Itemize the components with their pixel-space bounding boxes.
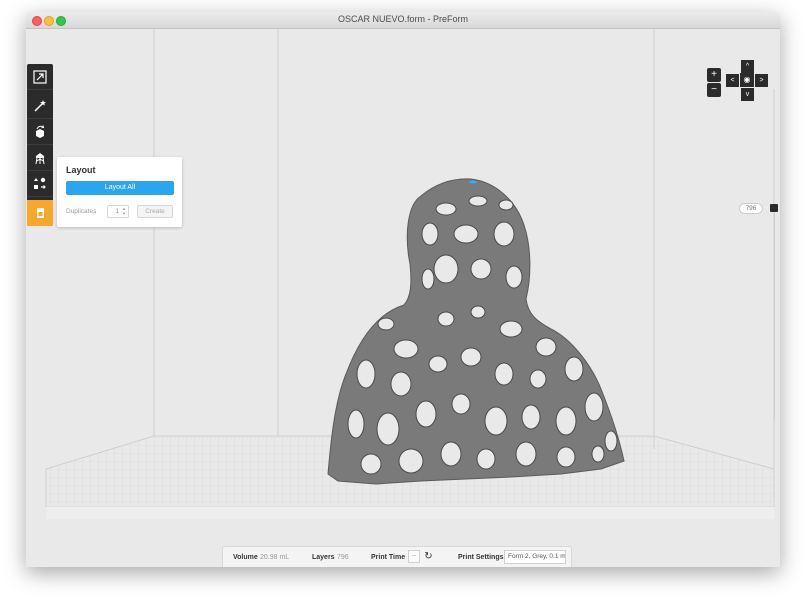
- print-time-value: --: [408, 550, 420, 563]
- supports-tool-button[interactable]: [27, 145, 53, 171]
- one-click-print-button[interactable]: [27, 93, 53, 119]
- panel-title: Layout: [66, 165, 96, 175]
- eye-view-icon[interactable]: ◉: [740, 73, 754, 87]
- layout-panel: Layout Layout All Duplicates 1 ▲ ▼ Create: [57, 157, 182, 227]
- status-bar: Volume 20.98 mL Layers 796 Print Time --…: [222, 546, 572, 567]
- rotate-right-button[interactable]: >: [755, 74, 768, 87]
- orientation-tool-button[interactable]: [27, 119, 53, 145]
- rotate-up-button[interactable]: ^: [741, 60, 754, 73]
- title-bar: OSCAR NUEVO.form - PreForm: [26, 12, 780, 29]
- layers-value: 796: [337, 554, 349, 561]
- left-toolbar: [27, 64, 53, 226]
- orientation-icon: [36, 124, 45, 138]
- zoom-out-button[interactable]: −: [707, 83, 721, 97]
- layout-tool-button[interactable]: [27, 171, 53, 197]
- duplicates-stepper[interactable]: 1 ▲ ▼: [107, 205, 129, 218]
- stepper-arrows[interactable]: ▲ ▼: [121, 206, 127, 216]
- print-tool-button[interactable]: [27, 200, 53, 226]
- fit-view-button[interactable]: [27, 64, 53, 90]
- fit-view-icon: [33, 69, 47, 84]
- build-scene[interactable]: [26, 29, 780, 567]
- layer-value-badge: 796: [739, 203, 763, 214]
- layer-slider-track[interactable]: [774, 213, 775, 421]
- 3d-viewport[interactable]: Layout Layout All Duplicates 1 ▲ ▼ Create…: [26, 29, 780, 567]
- app-window: OSCAR NUEVO.form - PreForm Layout Layout…: [26, 12, 780, 567]
- volume-value: 20.98 mL: [260, 554, 290, 561]
- print-settings-label: Print Settings: [458, 554, 504, 561]
- volume-label: Volume: [233, 554, 258, 561]
- layers-label: Layers: [312, 554, 335, 561]
- rotate-down-button[interactable]: v: [741, 88, 754, 101]
- refresh-icon[interactable]: ↻: [423, 551, 434, 562]
- window-title: OSCAR NUEVO.form - PreForm: [337, 14, 468, 24]
- model-voronoi-bust: [327, 178, 625, 485]
- supports-icon: [35, 152, 45, 164]
- zoom-in-button[interactable]: +: [707, 68, 721, 82]
- duplicates-value: 1: [115, 208, 119, 215]
- layout-icon: [34, 177, 46, 189]
- print-time-label: Print Time: [371, 554, 406, 561]
- layer-slider-handle[interactable]: [770, 204, 778, 212]
- layout-all-button[interactable]: Layout All: [66, 181, 174, 195]
- print-settings-field[interactable]: Form 2, Grey, 0.1 mm: [504, 550, 566, 564]
- magic-wand-icon: [34, 99, 46, 112]
- print-icon: [37, 208, 44, 218]
- create-button[interactable]: Create: [137, 205, 173, 218]
- duplicates-label: Duplicates: [66, 208, 97, 215]
- rotate-left-button[interactable]: <: [726, 74, 739, 87]
